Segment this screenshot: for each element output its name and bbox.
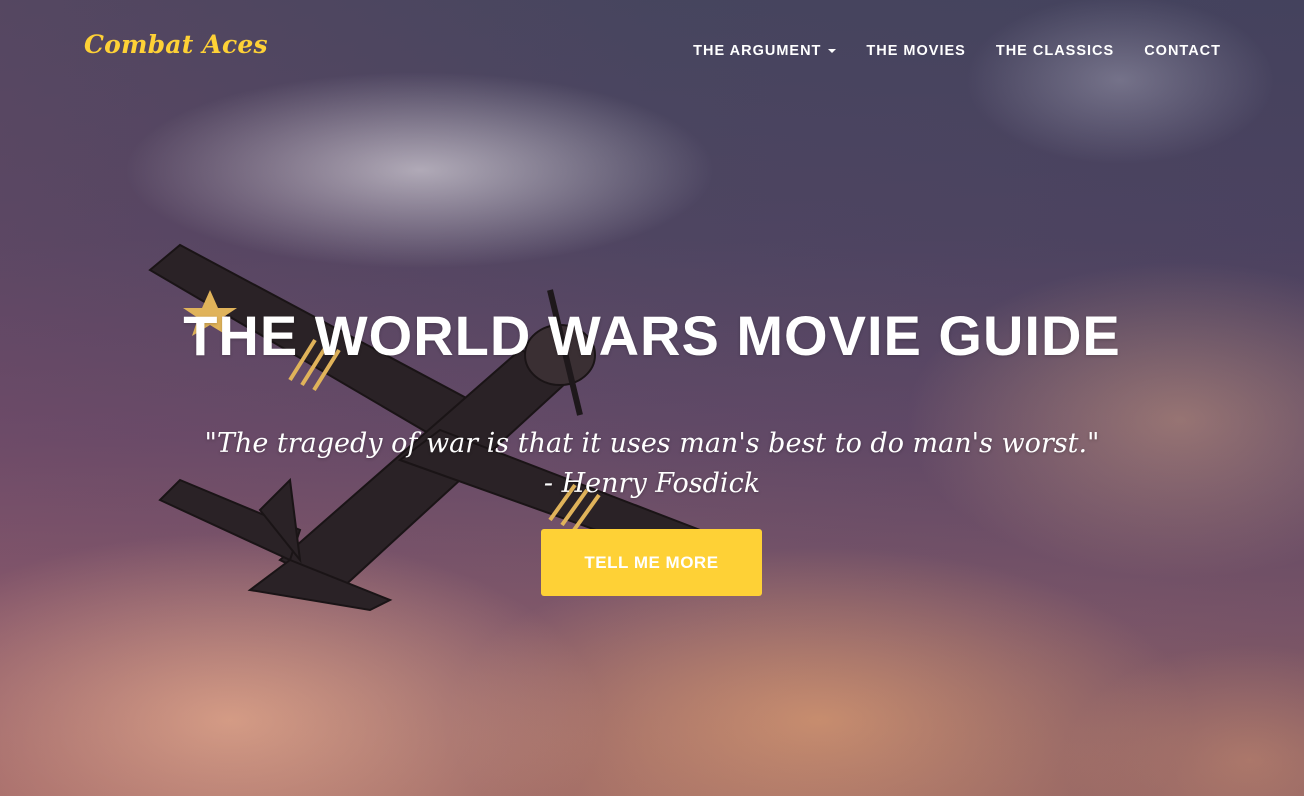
hero-quote: "The tragedy of war is that it uses man'…	[0, 424, 1304, 504]
nav-link-contact[interactable]: CONTACT	[1144, 43, 1221, 59]
top-navbar: Combat Aces THE ARGUMENT THE MOVIES THE …	[0, 0, 1304, 98]
nav-link-the-argument[interactable]: THE ARGUMENT	[693, 43, 837, 59]
nav-item-the-movies: THE MOVIES	[866, 40, 965, 59]
quote-text: "The tragedy of war is that it uses man'…	[204, 428, 1100, 459]
caret-down-icon	[828, 49, 837, 53]
tell-me-more-button[interactable]: TELL ME MORE	[541, 529, 762, 596]
brand-logo-link[interactable]: Combat Aces	[84, 30, 268, 59]
nav-item-the-classics: THE CLASSICS	[996, 40, 1114, 59]
nav-menu: THE ARGUMENT THE MOVIES THE CLASSICS CON…	[693, 40, 1221, 59]
nav-link-the-classics[interactable]: THE CLASSICS	[996, 43, 1114, 59]
nav-link-label: THE ARGUMENT	[693, 43, 822, 59]
hero-section: Combat Aces THE ARGUMENT THE MOVIES THE …	[0, 0, 1304, 796]
quote-attribution: - Henry Fosdick	[543, 468, 761, 499]
nav-link-the-movies[interactable]: THE MOVIES	[866, 43, 965, 59]
nav-item-contact: CONTACT	[1144, 40, 1221, 59]
nav-item-the-argument: THE ARGUMENT	[693, 40, 837, 59]
hero-title: THE WORLD WARS MOVIE GUIDE	[183, 304, 1121, 367]
